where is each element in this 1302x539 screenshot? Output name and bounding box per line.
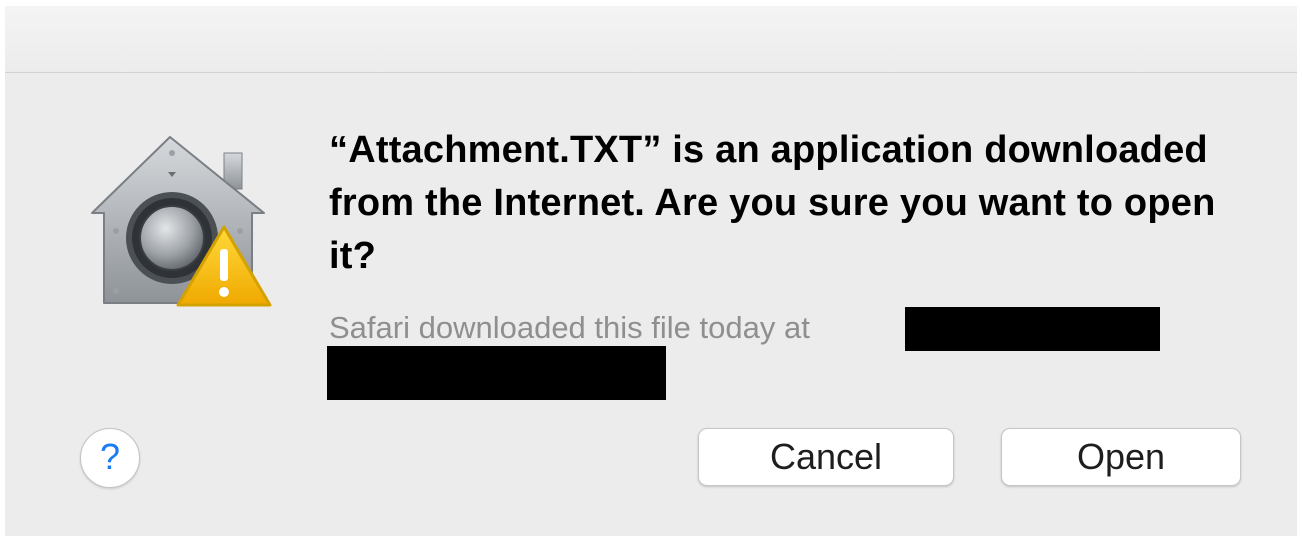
redacted-block	[905, 307, 1160, 351]
help-button[interactable]: ?	[80, 428, 140, 488]
download-info-text: Safari downloaded this file today at	[329, 310, 810, 345]
title-bar	[5, 6, 1297, 73]
question-icon: ?	[99, 436, 121, 477]
dialog-headline: “Attachment.TXT” is an application downl…	[329, 129, 1216, 277]
open-button[interactable]: Open	[1001, 428, 1241, 486]
redacted-block	[327, 346, 666, 400]
cancel-button[interactable]: Cancel	[698, 428, 954, 486]
gatekeeper-warning-icon	[84, 131, 274, 311]
